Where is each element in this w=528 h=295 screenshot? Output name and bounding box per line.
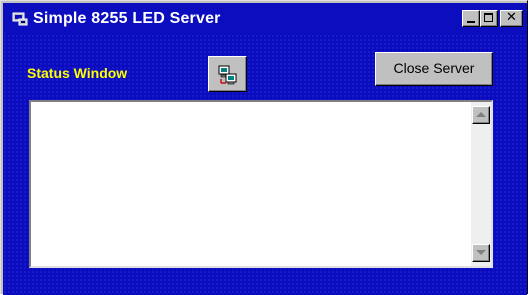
app-window-icon <box>12 12 28 26</box>
network-button[interactable] <box>208 56 247 92</box>
close-icon: ✕ <box>506 10 517 25</box>
maximize-button[interactable] <box>480 10 498 27</box>
window-title: Simple 8255 LED Server <box>33 10 221 27</box>
status-window-label: Status Window <box>27 65 128 81</box>
arrow-up-icon <box>476 112 486 117</box>
minimize-button[interactable] <box>462 10 480 27</box>
scroll-up-button[interactable] <box>472 106 490 124</box>
main-panel: Status Window Close Server <box>3 34 527 295</box>
network-computer-icon <box>218 65 237 85</box>
app-window: Simple 8255 LED Server ✕ Status Window C… <box>0 0 528 295</box>
status-window-textbox[interactable] <box>29 100 493 268</box>
arrow-down-icon <box>476 250 486 255</box>
close-window-button[interactable]: ✕ <box>500 10 523 27</box>
minimize-icon <box>467 21 475 23</box>
vertical-scrollbar[interactable] <box>471 102 491 266</box>
close-server-button[interactable]: Close Server <box>375 52 493 86</box>
scroll-down-button[interactable] <box>472 244 490 262</box>
maximize-icon <box>484 13 493 22</box>
title-bar[interactable]: Simple 8255 LED Server ✕ <box>3 3 527 34</box>
